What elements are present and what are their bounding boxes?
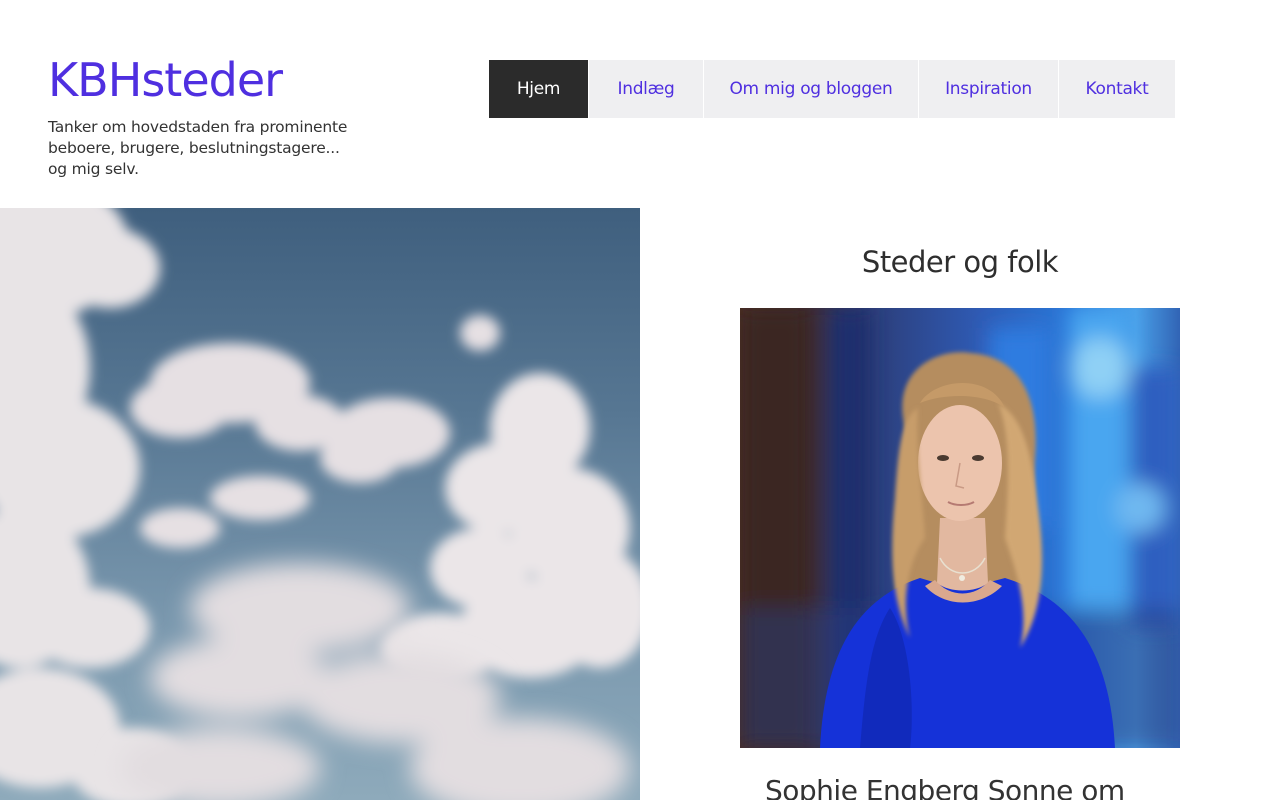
site-tagline: Tanker om hovedstaden fra prominente beb… <box>48 118 348 178</box>
site-title[interactable]: KBHsteder <box>48 52 283 108</box>
clouds-illustration <box>0 208 640 800</box>
featured-post-image[interactable] <box>740 308 1180 748</box>
hero-sky-image <box>0 208 640 800</box>
featured-post-title[interactable]: Sophie Engberg Sonne om <box>765 770 1125 800</box>
main-navigation: Hjem Indlæg Om mig og bloggen Inspiratio… <box>489 60 1175 118</box>
nav-item-indlaeg[interactable]: Indlæg <box>589 60 704 118</box>
nav-item-inspiration[interactable]: Inspiration <box>919 60 1059 118</box>
nav-item-kontakt[interactable]: Kontakt <box>1059 60 1175 118</box>
section-title: Steder og folk <box>861 245 1059 279</box>
nav-item-om-mig-og-bloggen[interactable]: Om mig og bloggen <box>704 60 919 118</box>
page: KBHsteder Tanker om hovedstaden fra prom… <box>0 0 1280 800</box>
portrait-illustration <box>740 308 1180 748</box>
nav-item-hjem[interactable]: Hjem <box>489 60 589 118</box>
